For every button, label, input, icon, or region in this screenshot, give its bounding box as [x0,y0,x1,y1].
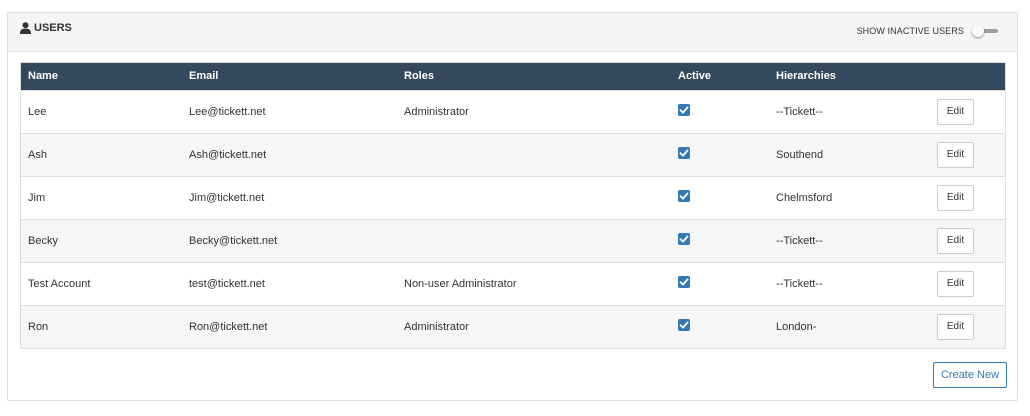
active-checkbox[interactable] [678,319,690,332]
table-row: Jim Jim@tickett.net Chelmsford Edit [21,176,1005,219]
cell-email: Becky@tickett.net [189,234,278,247]
cell-roles: Administrator [404,105,469,118]
column-header-roles: Roles [404,70,434,83]
show-inactive-toggle[interactable] [972,25,998,37]
active-checkbox[interactable] [678,190,690,202]
cell-active [671,262,769,305]
panel-header: USERS SHOW INACTIVE USERS [8,13,1017,52]
cell-name: Jim [28,191,46,204]
column-header-actions [925,63,1005,90]
cell-hierarchy: --Tickett-- [776,277,823,290]
user-icon [20,22,31,34]
cell-active [671,133,769,176]
table-body: Lee Lee@tickett.net Administrator --Tickett… [21,90,1005,348]
cell-hierarchy: Chelmsford [776,191,833,204]
cell-name: Lee [28,105,47,118]
users-table: Name Email Roles Active Hierarchies Lee L… [21,63,1005,348]
cell-roles [397,219,671,262]
cell-active [671,219,769,262]
cell-active [671,176,769,219]
column-header-email: Email [189,70,219,83]
table-row: Becky Becky@tickett.net --Tickett-- Edit [21,219,1005,262]
cell-name: Ron [28,320,49,333]
cell-roles [397,133,671,176]
edit-button[interactable]: Edit [937,313,974,340]
edit-button[interactable]: Edit [937,227,974,254]
column-header-active: Active [678,70,712,83]
cell-actions: Edit [925,90,1005,133]
users-table-container: Name Email Roles Active Hierarchies Lee L… [20,62,1006,349]
cell-actions: Edit [925,219,1005,262]
table-row: Test Account test@tickett.net Non-user Adm… [21,262,1005,305]
table-header-row: Name Email Roles Active Hierarchies [21,63,1005,90]
create-new-button[interactable]: Create New [933,362,1007,388]
cell-email: test@tickett.net [189,277,265,290]
table-row: Ron Ron@tickett.net Administrator London- Ed… [21,305,1005,348]
edit-button[interactable]: Edit [937,98,974,125]
cell-email: Ron@tickett.net [189,320,268,333]
cell-hierarchy: --Tickett-- [776,105,823,118]
active-checkbox[interactable] [678,276,690,288]
cell-roles [397,176,671,219]
edit-button[interactable]: Edit [937,141,974,168]
table-row: Ash Ash@tickett.net Southend Edit [21,133,1005,176]
cell-roles: Administrator [404,320,469,333]
cell-actions: Edit [925,262,1005,305]
panel-title: USERS [20,22,72,34]
cell-active [671,305,769,348]
table-row: Lee Lee@tickett.net Administrator --Tickett… [21,90,1005,133]
active-checkbox[interactable] [678,147,690,159]
cell-name: Ash [28,148,47,161]
cell-name: Test Account [28,277,91,290]
active-checkbox[interactable] [678,104,690,116]
cell-hierarchy: Southend [776,148,824,161]
edit-button[interactable]: Edit [937,270,974,297]
edit-button[interactable]: Edit [937,184,974,211]
cell-actions: Edit [925,305,1005,348]
cell-email: Lee@tickett.net [189,105,266,118]
cell-name: Becky [28,234,58,247]
active-checkbox[interactable] [678,233,690,245]
panel-title-text: USERS [34,22,72,34]
column-header-name: Name [28,70,58,83]
show-inactive-control: SHOW INACTIVE USERS [857,25,998,37]
column-header-hierarchies: Hierarchies [776,70,836,83]
cell-email: Jim@tickett.net [189,191,265,204]
cell-actions: Edit [925,176,1005,219]
users-panel: USERS SHOW INACTIVE USERS Name Email Rol… [7,12,1018,401]
cell-hierarchy: London- [776,320,817,333]
toggle-knob [972,25,984,37]
cell-actions: Edit [925,133,1005,176]
cell-email: Ash@tickett.net [189,148,267,161]
cell-active [671,90,769,133]
cell-hierarchy: --Tickett-- [776,234,823,247]
cell-roles: Non-user Administrator [404,277,517,290]
show-inactive-label: SHOW INACTIVE USERS [856,26,964,36]
